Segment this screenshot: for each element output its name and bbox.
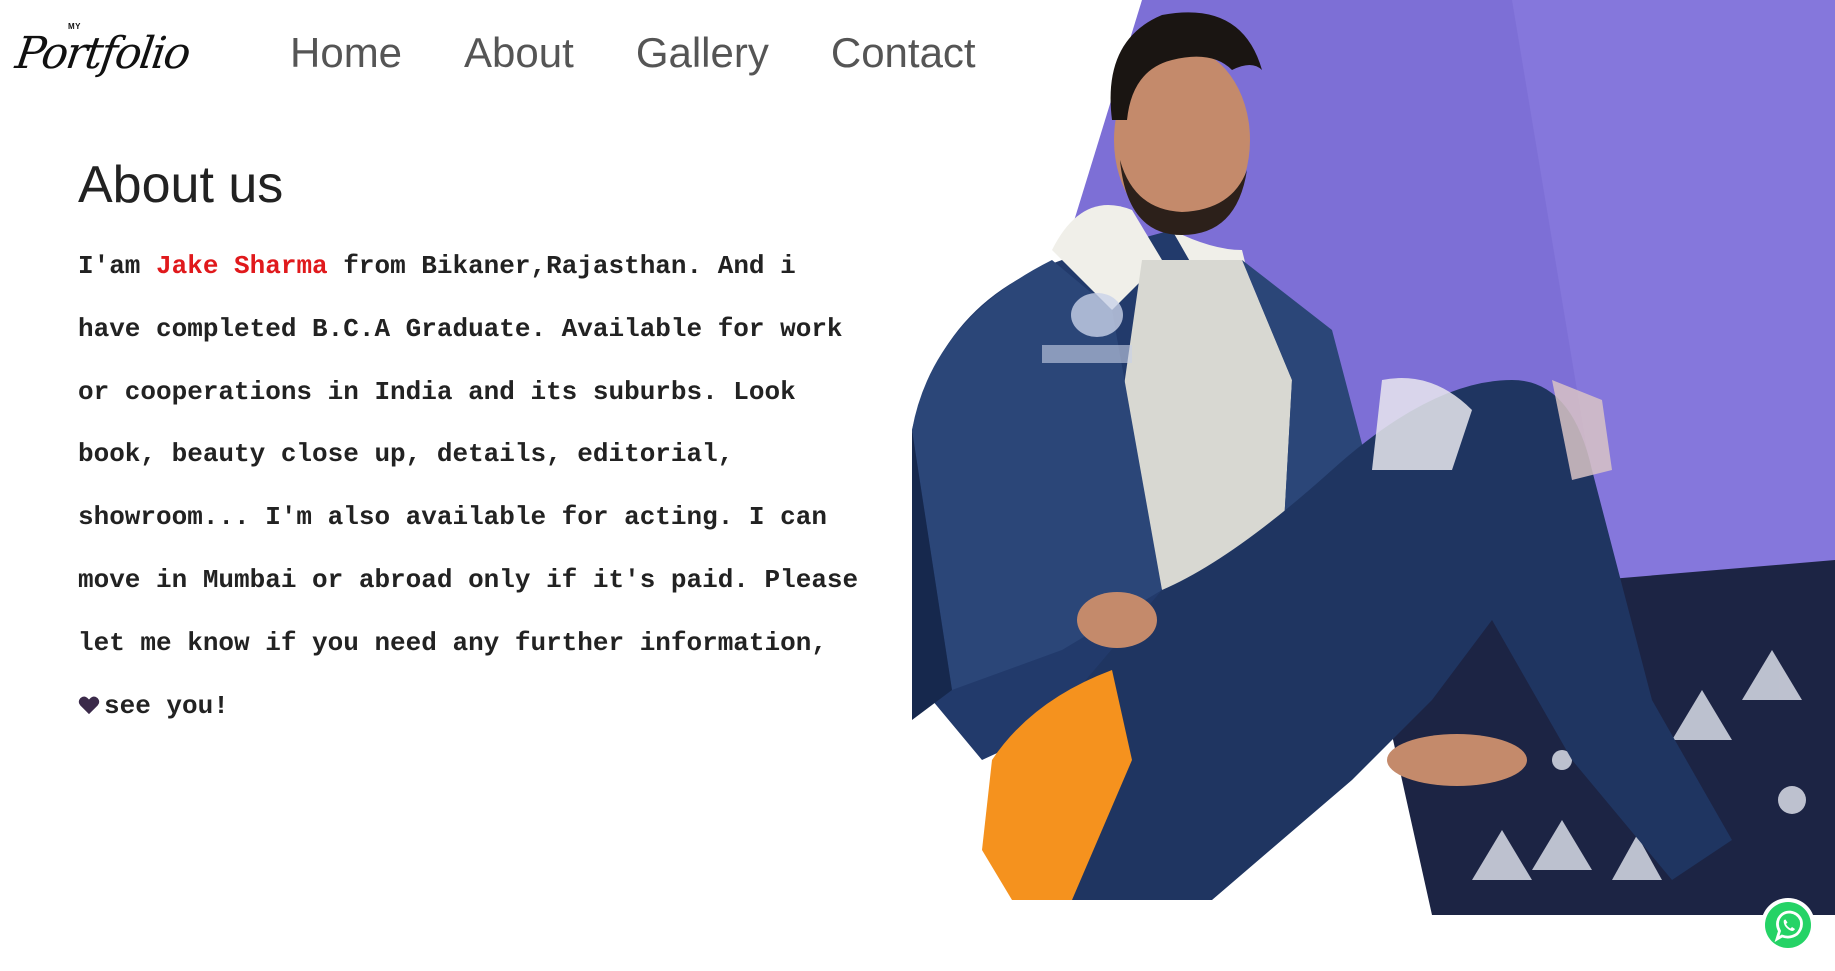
about-title: About us [78,156,284,214]
about-closing: see you! [104,690,229,721]
nav-about[interactable]: About [464,26,574,80]
nav-gallery[interactable]: Gallery [636,26,769,80]
about-body: from Bikaner,Rajasthan. And i have compl… [78,251,859,658]
page: MY Portfolio Home About Gallery Contact [0,0,1835,971]
about-lead: I'am [78,251,157,281]
purple-heart-icon [78,696,100,714]
about-paragraph: I'am Jake Sharma from Bikaner,Rajasthan.… [78,235,868,737]
portfolio-logo[interactable]: MY Portfolio [12,22,192,88]
whatsapp-button[interactable] [1760,897,1816,953]
portrait-photo-icon [912,0,1835,915]
hero-portrait-svg [912,0,1835,915]
nav-home[interactable]: Home [290,26,402,80]
whatsapp-icon [1761,898,1815,952]
logo-script-text: Portfolio [12,28,193,79]
person-name: Jake Sharma [156,251,328,281]
